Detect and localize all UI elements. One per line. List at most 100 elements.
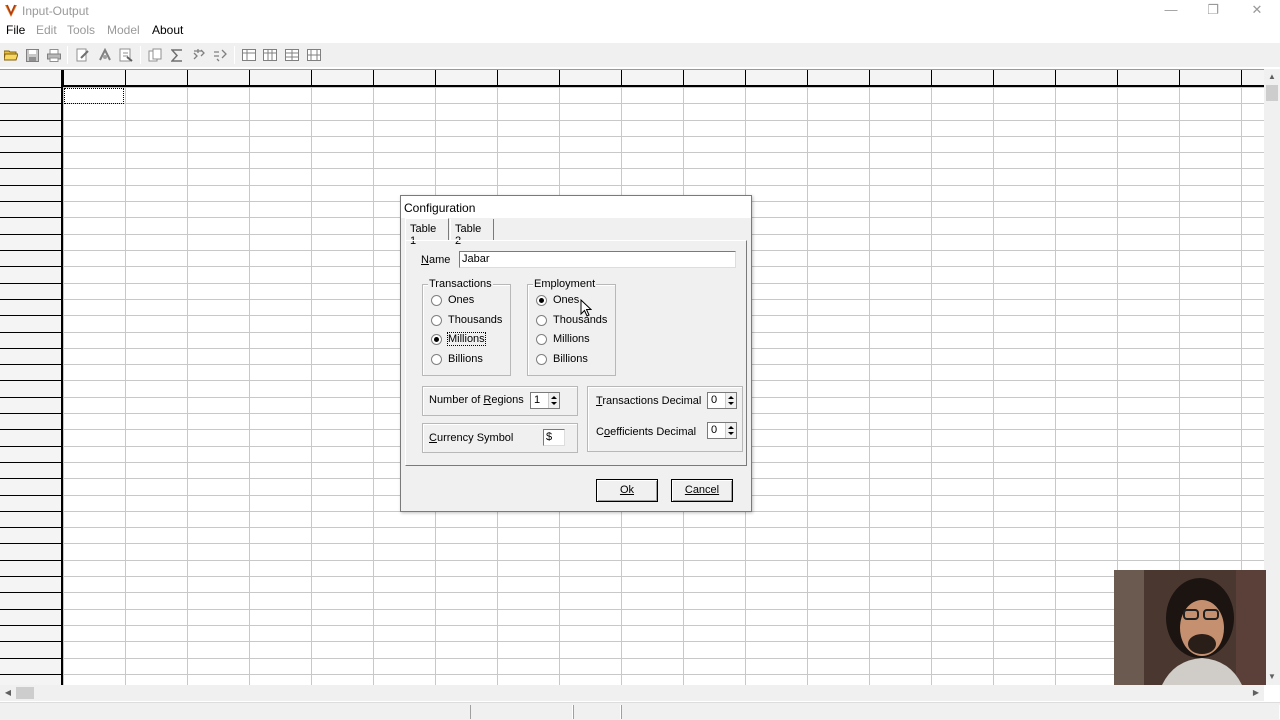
mouse-cursor-icon [580, 299, 592, 317]
employment-ones-radio[interactable]: Ones [536, 292, 579, 308]
table-view-2-icon[interactable] [260, 45, 280, 65]
app-logo-icon [5, 4, 17, 17]
menu-about[interactable]: About [152, 23, 183, 37]
radio-button[interactable] [536, 294, 547, 306]
sum-icon[interactable] [167, 45, 187, 65]
employment-millions-radio[interactable]: Millions [536, 331, 590, 347]
radio-button[interactable] [431, 353, 442, 365]
menu-file[interactable]: File [6, 23, 25, 37]
radio-button[interactable] [431, 294, 442, 306]
spin-down-icon[interactable] [728, 402, 734, 405]
open-folder-icon[interactable] [1, 45, 21, 65]
regions-label: Number of Regions [429, 394, 524, 406]
ok-button[interactable]: Ok [596, 479, 658, 502]
vertical-scroll-thumb[interactable] [1266, 85, 1278, 101]
radio-label: Ones [553, 294, 580, 306]
radio-button[interactable] [536, 314, 547, 326]
employment-thousands-radio[interactable]: Thousands [536, 312, 607, 328]
scroll-left-icon[interactable]: ◀ [0, 685, 16, 701]
status-pane [573, 705, 621, 719]
tab-panel-table-1: Name Jabar Transactions Ones Thousands M… [405, 240, 747, 466]
menu-tools[interactable]: Tools [67, 23, 95, 37]
transactions-billions-radio[interactable]: Billions [431, 351, 483, 367]
vertical-scrollbar[interactable]: ▲ ▼ [1264, 69, 1280, 685]
menu-model[interactable]: Model [107, 23, 140, 37]
edit-table-icon[interactable] [73, 45, 93, 65]
transactions-group: Transactions Ones Thousands Millions Bil… [422, 278, 511, 376]
save-icon[interactable] [22, 45, 42, 65]
export-icon[interactable] [116, 45, 136, 65]
multiplier-icon[interactable] [189, 45, 209, 65]
cancel-label: Cancel [684, 484, 720, 496]
print-icon[interactable] [44, 45, 64, 65]
spin-buttons[interactable] [548, 393, 559, 408]
radio-label: Billions [553, 353, 588, 365]
dialog-title-bar[interactable]: Configuration [401, 196, 751, 218]
table-view-3-icon[interactable] [282, 45, 302, 65]
radio-button[interactable] [536, 353, 547, 365]
minimize-button[interactable]: — [1150, 0, 1192, 22]
impact-icon[interactable] [210, 45, 230, 65]
regions-value: 1 [534, 394, 541, 406]
trans-decimal-stepper[interactable]: 0 [707, 392, 737, 409]
currency-input[interactable]: $ [543, 429, 565, 446]
tab-table-1[interactable]: Table 1 [405, 218, 449, 247]
scroll-right-icon[interactable]: ▶ [1248, 685, 1264, 701]
currency-group: Currency Symbol $ [422, 423, 578, 453]
window-title: Input-Output [22, 4, 89, 18]
dialog-title: Configuration [404, 201, 476, 215]
configuration-dialog: Configuration Table 1 Table 2 Name Jabar… [400, 195, 752, 512]
transactions-thousands-radio[interactable]: Thousands [431, 312, 502, 328]
spin-down-icon[interactable] [728, 432, 734, 435]
toolbar-separator [67, 46, 68, 64]
regions-group: Number of Regions 1 [422, 386, 578, 416]
menu-bar: File Edit Tools Model About [0, 22, 1280, 40]
restore-button[interactable]: ❐ [1192, 0, 1234, 22]
menu-edit[interactable]: Edit [36, 23, 57, 37]
toolbar [0, 43, 1280, 67]
horizontal-scrollbar[interactable]: ◀ ▶ [0, 685, 1264, 701]
coef-decimal-label: Coefficients Decimal [596, 426, 697, 438]
toolbar-separator [234, 46, 235, 64]
employment-billions-radio[interactable]: Billions [536, 351, 588, 367]
coef-decimal-value: 0 [711, 424, 718, 436]
transactions-millions-radio[interactable]: Millions [431, 331, 486, 347]
toolbar-separator [140, 46, 141, 64]
name-input[interactable]: Jabar [459, 251, 736, 268]
regions-stepper[interactable]: 1 [530, 392, 560, 409]
title-bar: Input-Output — ❐ ✕ [0, 0, 1280, 22]
radio-button[interactable] [431, 314, 442, 326]
table-view-4-icon[interactable] [304, 45, 324, 65]
table-view-1-icon[interactable] [239, 45, 259, 65]
trans-decimal-value: 0 [711, 394, 718, 406]
name-label: Name [421, 254, 451, 266]
webcam-overlay [1114, 570, 1266, 685]
spin-up-icon[interactable] [551, 396, 557, 399]
trans-decimal-label: Transactions Decimal [596, 395, 702, 407]
ok-label: Ok [619, 484, 635, 496]
employment-group: Employment Ones Thousands Millions Billi… [527, 278, 616, 376]
scroll-down-icon[interactable]: ▼ [1264, 669, 1280, 685]
radio-label: Millions [447, 332, 486, 346]
cancel-button[interactable]: Cancel [671, 479, 733, 502]
transactions-ones-radio[interactable]: Ones [431, 292, 474, 308]
close-button[interactable]: ✕ [1236, 0, 1278, 22]
coef-decimal-stepper[interactable]: 0 [707, 422, 737, 439]
copy-icon[interactable] [145, 45, 165, 65]
radio-label: Millions [553, 333, 590, 345]
spin-down-icon[interactable] [551, 402, 557, 405]
tab-table-2[interactable]: Table 2 [450, 219, 494, 247]
radio-button[interactable] [536, 333, 547, 345]
horizontal-scroll-thumb[interactable] [16, 687, 34, 699]
spin-buttons[interactable] [725, 423, 736, 438]
spin-buttons[interactable] [725, 393, 736, 408]
scroll-up-icon[interactable]: ▲ [1264, 69, 1280, 85]
radio-label: Billions [448, 353, 483, 365]
compute-icon[interactable] [95, 45, 115, 65]
spin-up-icon[interactable] [728, 426, 734, 429]
selected-cell[interactable] [64, 88, 124, 104]
spin-up-icon[interactable] [728, 396, 734, 399]
radio-label: Thousands [448, 314, 503, 326]
status-pane [470, 705, 573, 719]
radio-button[interactable] [431, 333, 442, 345]
